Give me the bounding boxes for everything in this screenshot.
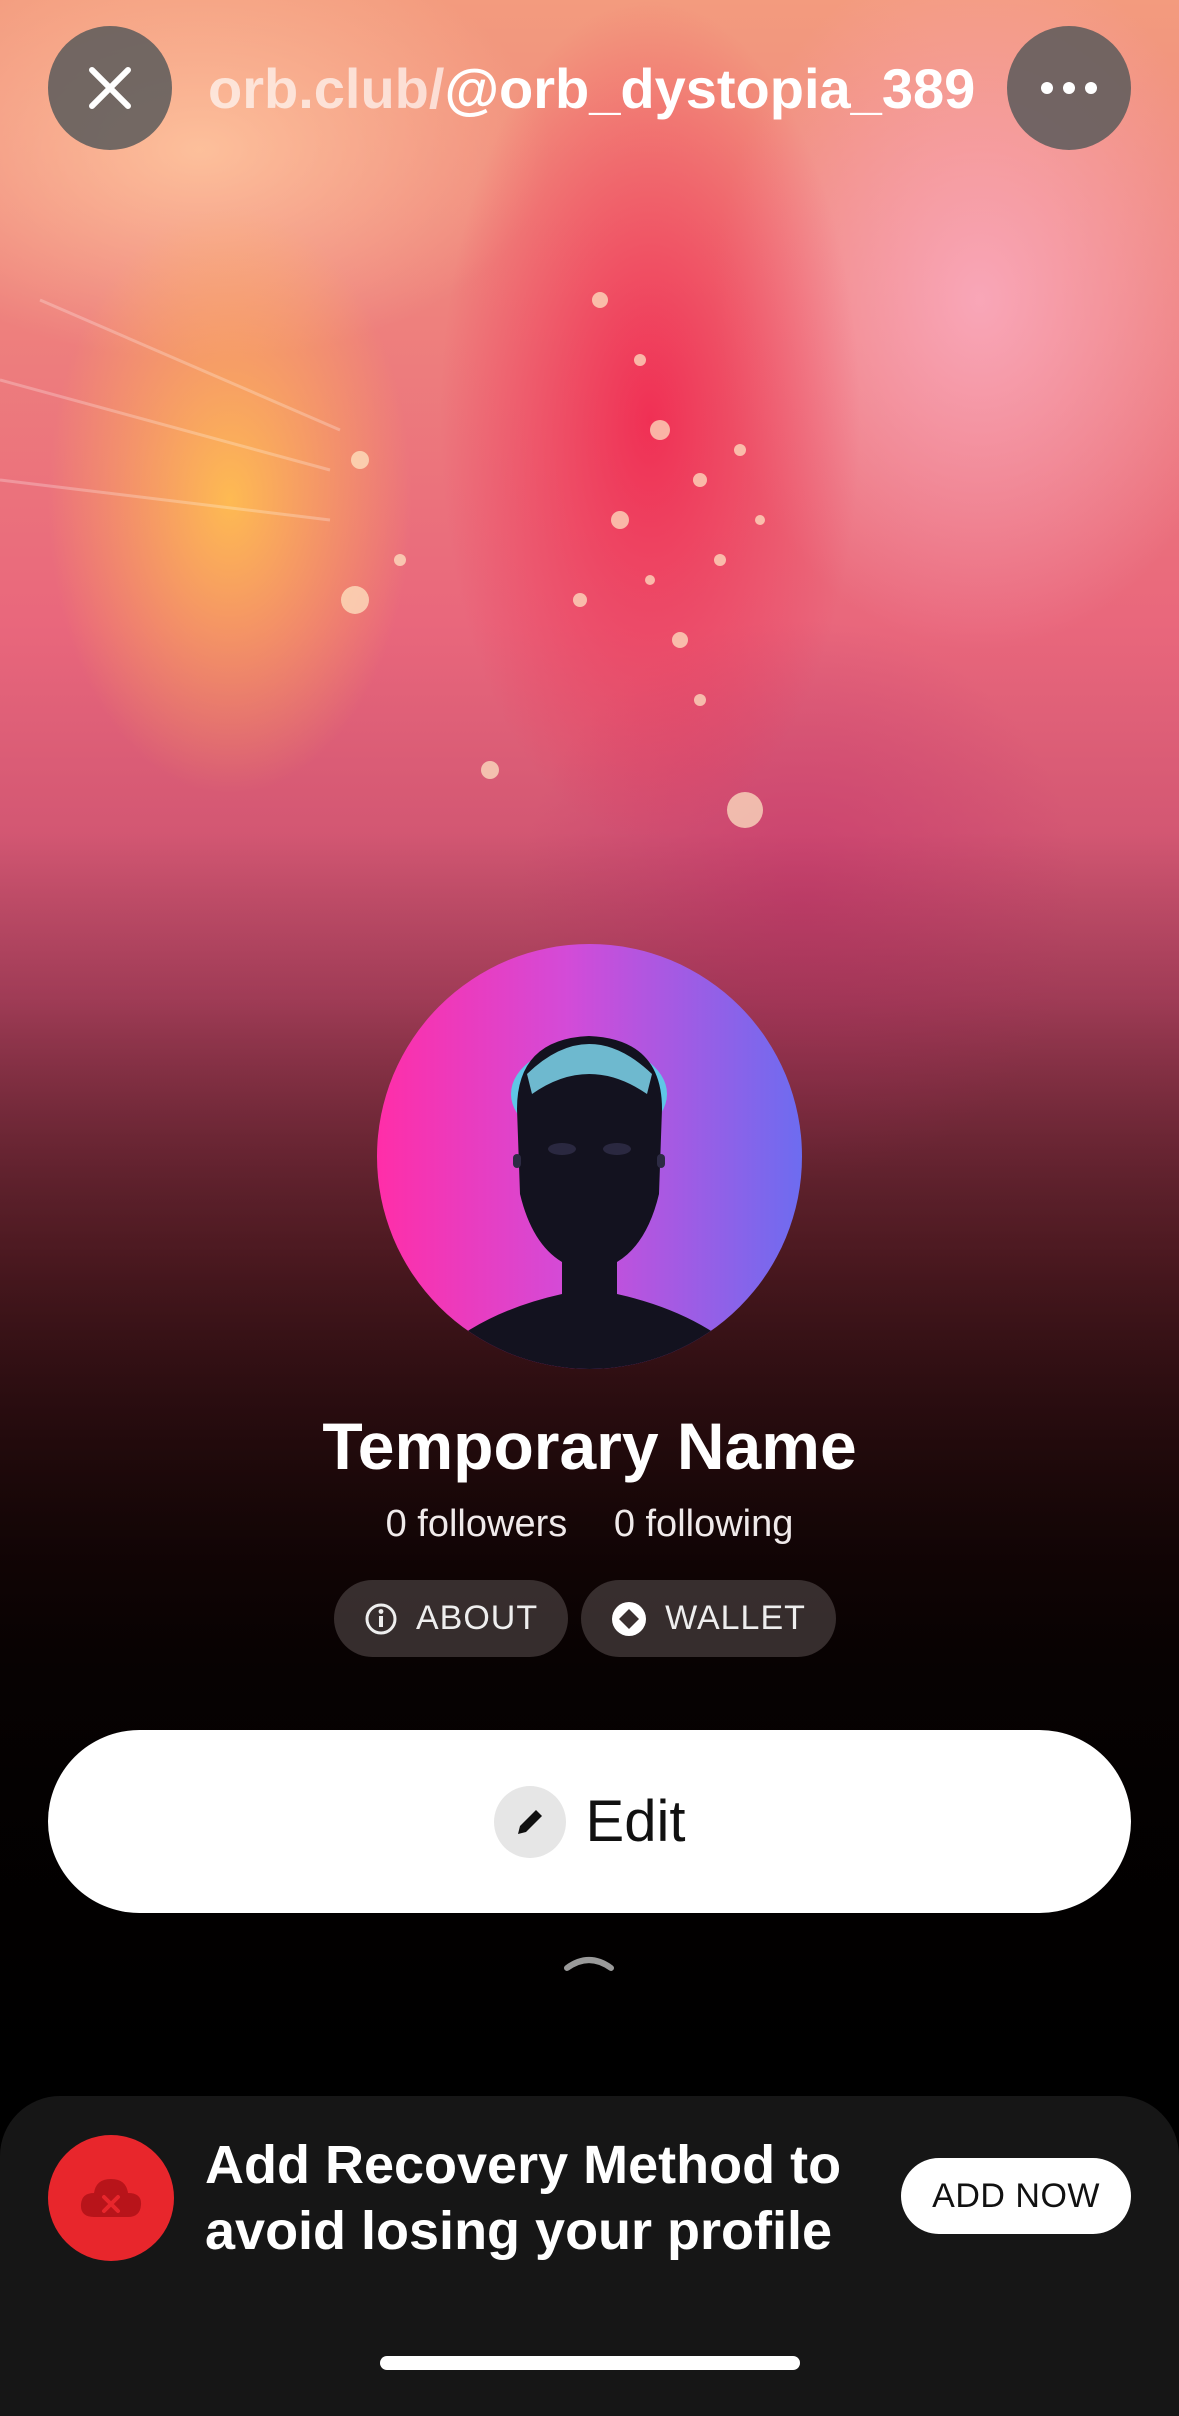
close-icon bbox=[89, 67, 131, 109]
edit-icon-wrap bbox=[493, 1785, 566, 1858]
recovery-message-line1: Add Recovery Method to bbox=[205, 2135, 842, 2195]
home-indicator[interactable] bbox=[380, 2356, 800, 2370]
more-horizontal-icon bbox=[1041, 82, 1097, 94]
avatar-portrait bbox=[422, 1036, 757, 1369]
chevron-up-icon bbox=[564, 1957, 614, 1971]
wallet-button[interactable]: WALLET bbox=[581, 1580, 836, 1657]
recovery-message-line2: avoid losing your profile bbox=[205, 2201, 833, 2261]
close-button[interactable] bbox=[48, 26, 172, 150]
url-domain: orb.club/ bbox=[208, 57, 445, 120]
about-button[interactable]: ABOUT bbox=[334, 1580, 569, 1657]
recovery-message: Add Recovery Method to avoid losing your… bbox=[205, 2132, 855, 2264]
pencil-icon bbox=[517, 1809, 542, 1834]
profile-name: Temporary Name bbox=[322, 1409, 857, 1483]
expand-chevron[interactable] bbox=[563, 1950, 615, 1979]
url-handle: @orb_dystopia_389 bbox=[444, 57, 976, 120]
profile-url: orb.club/@orb_dystopia_389 bbox=[208, 56, 975, 121]
cloud-error-icon bbox=[80, 2179, 142, 2217]
wallet-label: WALLET bbox=[665, 1599, 806, 1637]
top-bar: orb.club/@orb_dystopia_389 bbox=[48, 26, 1131, 150]
edit-label: Edit bbox=[585, 1789, 686, 1854]
cloud-warning-badge bbox=[48, 2135, 174, 2261]
followers-count[interactable]: 0 followers bbox=[386, 1503, 568, 1545]
wallet-icon bbox=[612, 1601, 647, 1636]
more-options-button[interactable] bbox=[1007, 26, 1131, 150]
following-count[interactable]: 0 following bbox=[614, 1503, 794, 1545]
edit-profile-button[interactable]: Edit bbox=[48, 1730, 1131, 1913]
info-icon bbox=[365, 1603, 397, 1634]
avatar[interactable] bbox=[377, 944, 802, 1369]
add-now-button[interactable]: ADD NOW bbox=[901, 2158, 1131, 2234]
about-label: ABOUT bbox=[416, 1599, 539, 1637]
follow-stats: 0 followers 0 following bbox=[0, 1503, 1179, 1546]
profile-pills: ABOUT WALLET bbox=[334, 1580, 836, 1657]
